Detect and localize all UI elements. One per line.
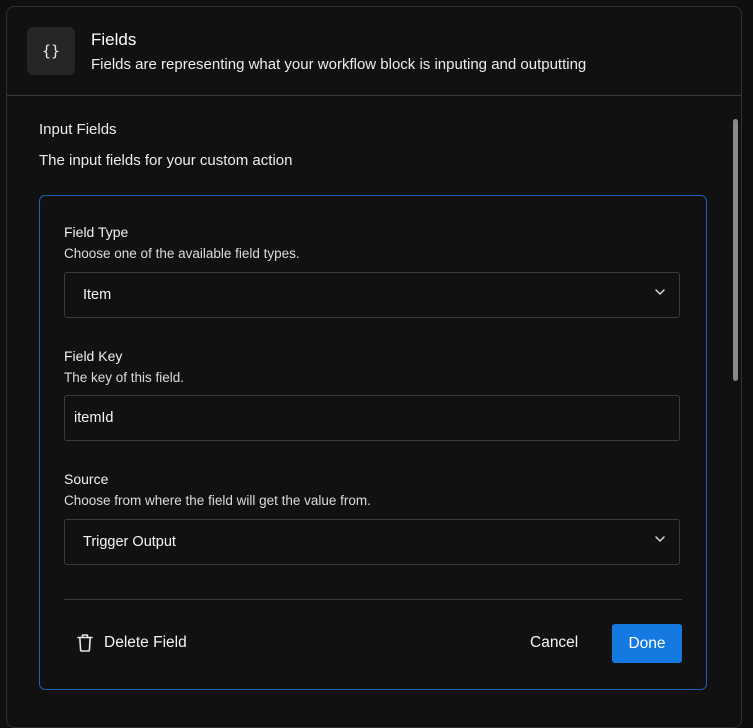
source-value: Trigger Output xyxy=(83,534,176,550)
field-key-value: itemId xyxy=(74,410,114,426)
fields-panel: {} Fields Fields are representing what y… xyxy=(6,6,742,728)
card-divider xyxy=(64,599,682,600)
section-description: The input fields for your custom action xyxy=(39,152,293,169)
field-key-input[interactable]: itemId xyxy=(64,395,680,441)
delete-field-label: Delete Field xyxy=(104,634,187,651)
chevron-down-icon xyxy=(655,289,665,295)
section-title: Input Fields xyxy=(39,121,117,138)
cancel-button[interactable]: Cancel xyxy=(516,627,592,659)
trash-icon xyxy=(77,634,93,652)
field-type-help: Choose one of the available field types. xyxy=(64,246,300,261)
field-type-select[interactable]: Item xyxy=(64,272,680,318)
panel-subtitle: Fields are representing what your workfl… xyxy=(91,56,587,73)
field-type-label: Field Type xyxy=(64,224,129,240)
panel-title: Fields xyxy=(91,30,137,49)
panel-header: {} Fields Fields are representing what y… xyxy=(7,7,741,96)
done-button[interactable]: Done xyxy=(612,624,682,663)
source-help: Choose from where the field will get the… xyxy=(64,493,371,508)
chevron-down-icon xyxy=(655,536,665,542)
braces-icon: {} xyxy=(27,27,75,75)
field-key-help: The key of this field. xyxy=(64,370,185,385)
input-field-card: Field Type Choose one of the available f… xyxy=(39,195,707,690)
source-label: Source xyxy=(64,471,109,487)
field-type-value: Item xyxy=(83,287,112,303)
delete-field-button[interactable]: Delete Field xyxy=(76,627,187,659)
field-key-label: Field Key xyxy=(64,348,123,364)
scrollbar[interactable] xyxy=(733,119,738,381)
source-select[interactable]: Trigger Output xyxy=(64,519,680,565)
